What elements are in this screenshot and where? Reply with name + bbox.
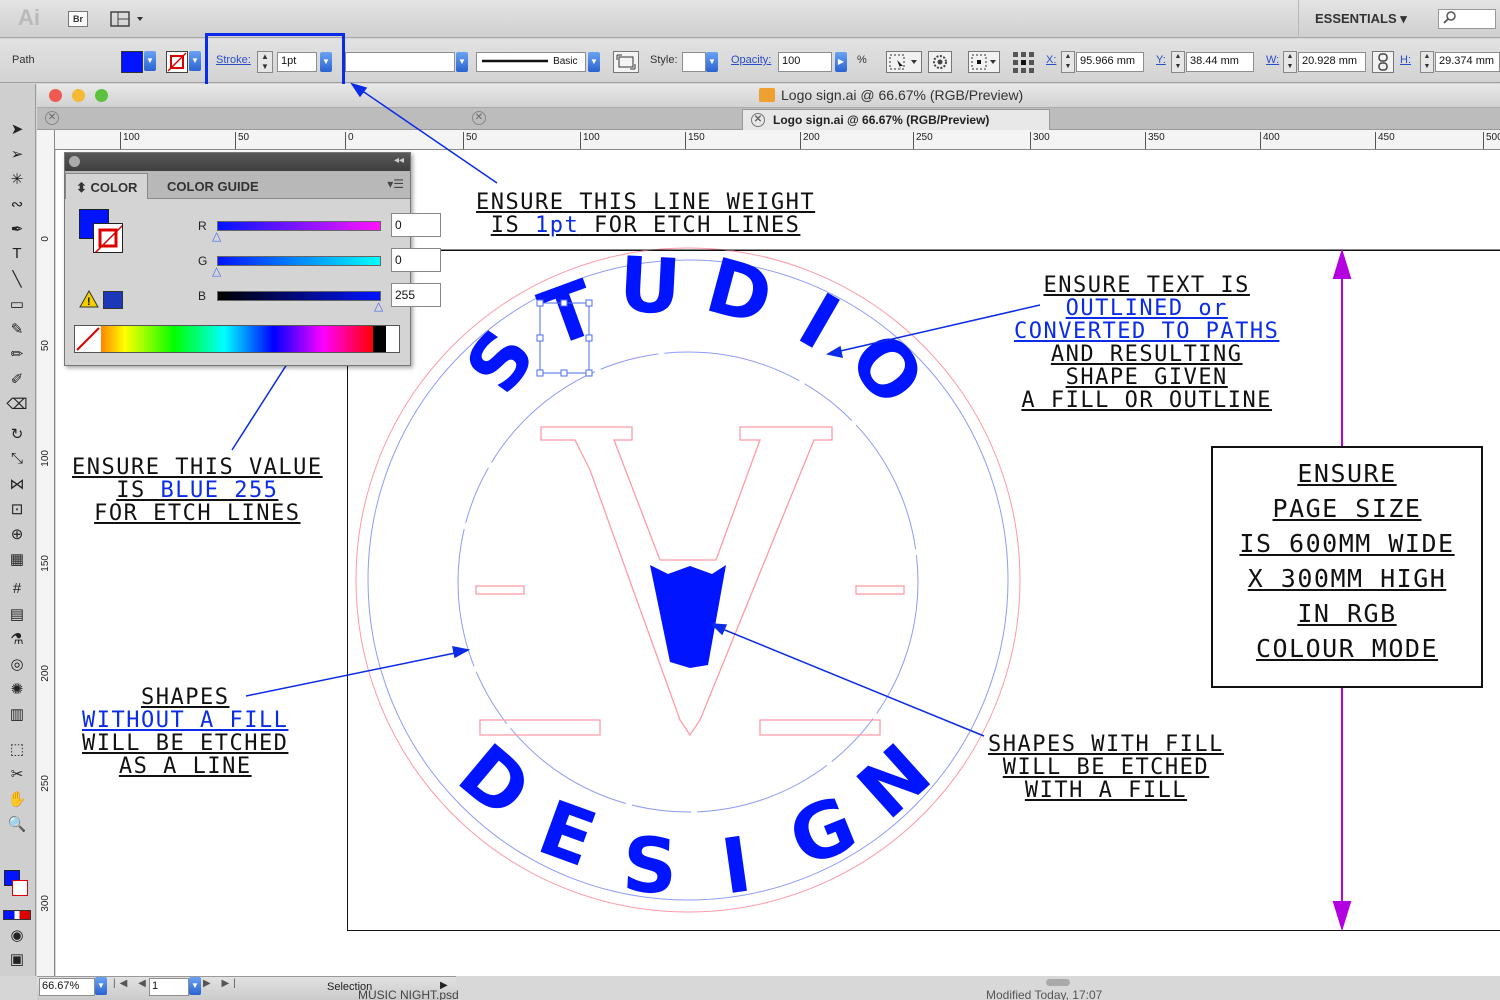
app-window: Ai Br ESSENTIALS ▾ Path ▼ ▼ Stroke: ▲ ▼ 1… [0,0,1500,1000]
note-fragment: IS [490,213,535,238]
note-highlight: CONVERTED TO PATHS [1014,319,1280,344]
note-line: ENSURE [1297,459,1397,488]
next-last-artboard-buttons[interactable]: ▶ ▶| [203,978,240,989]
note-fragment: FOR ETCH LINES [579,213,801,238]
panel-close-icon[interactable] [69,156,80,167]
note-line: X 300MM HIGH [1247,564,1447,593]
note-line: ENSURE THIS LINE WEIGHT [476,190,816,215]
note-highlight: BLUE 255 [160,478,279,503]
logo-letter[interactable]: T [529,263,608,364]
logo-letter[interactable]: I [785,276,854,367]
g-label: G [198,254,208,268]
note-line: SHAPES WITH FILL [988,732,1224,757]
g-slider[interactable] [217,256,381,266]
note-line: ENSURE TEXT IS [1043,273,1250,298]
artboard-dropdown[interactable]: ▼ [189,977,201,995]
out-of-gamut-warning-icon[interactable]: ! [79,289,99,313]
logo-letter[interactable]: E [528,783,607,884]
svg-text:!: ! [87,296,91,308]
note-highlight: WITHOUT A FILL [82,708,289,733]
logo-letter[interactable]: N [841,727,948,836]
behind-file-name: MUSIC NIGHT.psd [358,988,459,1000]
first-prev-artboard-buttons[interactable]: |◀ ◀ [113,978,150,989]
filled-arrow-shape[interactable] [650,565,726,668]
note-fragment: IS [116,478,161,503]
b-slider-handle[interactable]: △ [374,299,383,313]
r-slider[interactable] [217,221,381,231]
note-line: WITH A FILL [1024,778,1188,803]
logo-letter[interactable]: G [777,778,868,884]
note-line: WILL BE ETCHED [82,731,289,756]
panel-tabs: ⬍ COLOR COLOR GUIDE ▾☰ [65,171,410,199]
note-line: IN RGB [1297,599,1397,628]
web-safe-color-swatch[interactable] [103,291,123,309]
note-line: AS A LINE [118,754,252,779]
note-page-size: ENSURE PAGE SIZE IS 600MM WIDE X 300MM H… [1211,446,1483,688]
note-line: AND RESULTING [1050,342,1243,367]
b-slider[interactable] [217,291,381,301]
none-color-icon [76,327,100,351]
note-blue-value: ENSURE THIS VALUE IS BLUE 255 FOR ETCH L… [72,456,323,525]
note-highlight: OUTLINED or [1065,296,1228,321]
note-with-fill: SHAPES WITH FILL WILL BE ETCHED WITH A F… [988,733,1224,802]
artboard-number-input[interactable]: 1 [149,978,189,996]
note-line: ENSURE THIS VALUE [72,455,323,480]
note-highlight: 1pt [534,213,580,238]
behind-window-strip: MUSIC NIGHT.psd Modified Today, 17:07 [358,976,1500,1000]
logo-letter[interactable]: S [620,820,679,912]
logo-letter[interactable]: U [617,239,683,331]
note-line: WILL BE ETCHED [1002,755,1210,780]
b-label: B [198,289,207,303]
note-text-outline: ENSURE TEXT IS OUTLINED or CONVERTED TO … [1014,274,1279,412]
r-input[interactable]: 0 [391,213,441,237]
logo-letter[interactable]: D [698,240,782,342]
note-line-weight: ENSURE THIS LINE WEIGHT IS 1pt FOR ETCH … [476,191,815,237]
note-line: FOR ETCH LINES [94,501,301,526]
behind-modified-date: Modified Today, 17:07 [986,988,1103,1000]
panel-menu-icon[interactable]: ▾☰ [387,177,404,191]
none-color-button[interactable] [75,326,101,352]
note-line: SHAPES [140,685,230,710]
stroke-swatch[interactable] [93,223,123,253]
no-stroke-icon [94,224,122,252]
g-input[interactable]: 0 [391,248,441,272]
color-panel: ◂◂ ⬍ COLOR COLOR GUIDE ▾☰ ! R △ 0 G △ 0 … [64,152,441,366]
tab-color-guide[interactable]: COLOR GUIDE [157,173,269,199]
g-slider-handle[interactable]: △ [212,264,221,278]
note-line: A FILL OR OUTLINE [1021,388,1273,413]
note-no-fill: SHAPES WITHOUT A FILL WILL BE ETCHED AS … [82,686,288,778]
r-label: R [198,219,207,233]
panel-collapse-icon[interactable]: ◂◂ [394,155,404,166]
panel-header[interactable]: ◂◂ [65,153,410,171]
scroll-thumb[interactable] [1046,979,1070,986]
r-slider-handle[interactable]: △ [212,229,221,243]
b-input[interactable]: 255 [391,283,441,307]
tab-color[interactable]: ⬍ COLOR [65,173,149,199]
note-line: IS 600MM WIDE [1239,529,1455,558]
note-line: COLOUR MODE [1255,634,1439,663]
zoom-dropdown[interactable]: ▼ [95,977,107,995]
logo-letter[interactable]: S [448,313,552,409]
note-line: SHAPE GIVEN [1065,365,1228,390]
color-spectrum[interactable] [74,325,400,353]
zoom-input[interactable]: 66.67% [39,978,95,996]
note-line: PAGE SIZE [1272,494,1422,523]
